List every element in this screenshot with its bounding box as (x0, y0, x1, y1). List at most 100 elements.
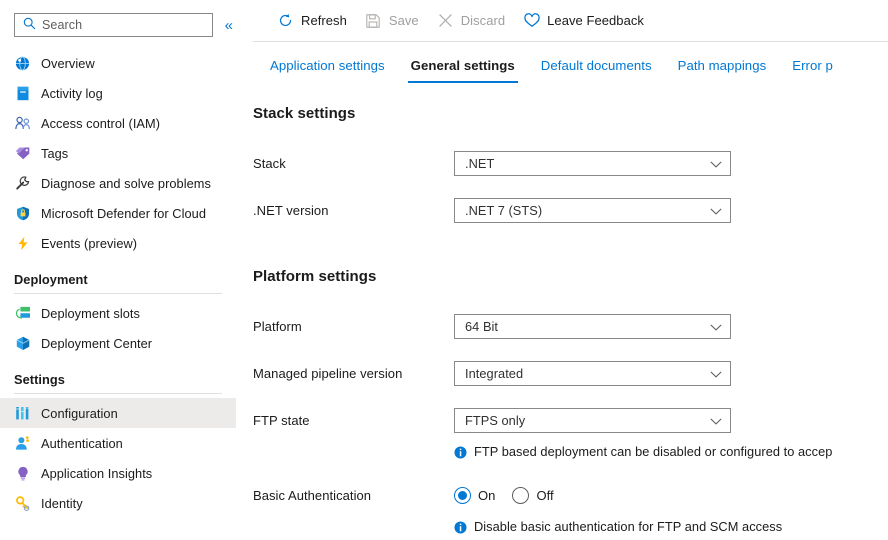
sidebar-item-label: Configuration (41, 406, 118, 421)
platform-dropdown[interactable]: 64 Bit (454, 314, 731, 339)
wrench-icon (14, 175, 31, 192)
sidebar-item-label: Deployment Center (41, 336, 152, 351)
tab-error-pages[interactable]: Error p (779, 42, 846, 88)
sidebar-item-activity-log[interactable]: Activity log (0, 78, 236, 108)
azure-portal-configuration-page: Search « Overview (0, 0, 888, 540)
tag-icon (14, 145, 31, 162)
leave-feedback-label: Leave Feedback (547, 13, 644, 28)
search-input[interactable]: Search (14, 13, 213, 37)
field-basic-authentication: Basic Authentication On Off (253, 481, 888, 509)
field-label: FTP state (253, 413, 454, 428)
save-label: Save (389, 13, 419, 28)
sidebar-item-label: Authentication (41, 436, 123, 451)
radio-label: Off (536, 488, 553, 503)
ftp-info-text: FTP based deployment can be disabled or … (474, 444, 832, 459)
sidebar-item-defender[interactable]: Microsoft Defender for Cloud (0, 198, 236, 228)
dotnet-version-dropdown[interactable]: .NET 7 (STS) (454, 198, 731, 223)
lightbulb-icon (14, 465, 31, 482)
tab-application-settings[interactable]: Application settings (257, 42, 398, 88)
sidebar: Search « Overview (0, 0, 236, 540)
sidebar-nav: Overview Activity log (0, 40, 236, 518)
refresh-label: Refresh (301, 13, 347, 28)
ftp-info-row: FTP based deployment can be disabled or … (253, 444, 888, 459)
sidebar-item-configuration[interactable]: Configuration (0, 398, 236, 428)
discard-button[interactable]: Discard (428, 7, 514, 35)
globe-icon (14, 55, 31, 72)
tab-label: Error p (792, 58, 833, 73)
managed-pipeline-version-dropdown[interactable]: Integrated (454, 361, 731, 386)
book-icon (14, 85, 31, 102)
basic-auth-info-row: Disable basic authentication for FTP and… (253, 519, 888, 534)
collapse-sidebar-icon[interactable]: « (222, 16, 236, 35)
basic-auth-radio-group: On Off (454, 487, 571, 504)
refresh-button[interactable]: Refresh (268, 7, 356, 35)
field-stack: Stack .NET (253, 151, 888, 175)
sidebar-item-identity[interactable]: Identity (0, 488, 236, 518)
sidebar-item-tags[interactable]: Tags (0, 138, 236, 168)
save-icon (365, 12, 382, 29)
field-label: Platform (253, 319, 454, 334)
leave-feedback-button[interactable]: Leave Feedback (514, 7, 653, 35)
tab-label: General settings (411, 58, 515, 73)
chevron-down-icon (710, 413, 722, 428)
info-icon (454, 521, 467, 534)
key-icon (14, 495, 31, 512)
tab-path-mappings[interactable]: Path mappings (665, 42, 780, 88)
sidebar-item-deployment-slots[interactable]: Deployment slots (0, 298, 236, 328)
field-dotnet-version: .NET version .NET 7 (STS) (253, 198, 888, 222)
slots-icon (14, 305, 31, 322)
sidebar-item-diagnose[interactable]: Diagnose and solve problems (0, 168, 236, 198)
sidebar-item-access-control[interactable]: Access control (IAM) (0, 108, 236, 138)
cube-icon (14, 335, 31, 352)
dropdown-value: 64 Bit (465, 319, 498, 334)
lightning-icon (14, 235, 31, 252)
refresh-icon (277, 12, 294, 29)
tab-label: Path mappings (678, 58, 767, 73)
field-label: .NET version (253, 203, 454, 218)
people-icon (14, 115, 31, 132)
chevron-down-icon (710, 156, 722, 171)
general-settings-panel: Stack settings Stack .NET .NET version .… (253, 88, 888, 534)
sidebar-item-overview[interactable]: Overview (0, 48, 236, 78)
dropdown-value: .NET (465, 156, 494, 171)
radio-indicator (454, 487, 471, 504)
user-key-icon (14, 435, 31, 452)
sidebar-item-deployment-center[interactable]: Deployment Center (0, 328, 236, 358)
platform-settings-title: Platform settings (253, 268, 888, 285)
stack-dropdown[interactable]: .NET (454, 151, 731, 176)
field-label: Stack (253, 156, 454, 171)
tab-default-documents[interactable]: Default documents (528, 42, 665, 88)
sidebar-item-label: Diagnose and solve problems (41, 176, 211, 191)
heart-icon (523, 12, 540, 29)
ftp-state-dropdown[interactable]: FTPS only (454, 408, 731, 433)
dropdown-value: Integrated (465, 366, 523, 381)
main-content: Refresh Save (236, 0, 888, 540)
tab-general-settings[interactable]: General settings (398, 42, 528, 88)
tab-label: Application settings (270, 58, 385, 73)
discard-label: Discard (461, 13, 505, 28)
chevron-down-icon (710, 366, 722, 381)
basic-auth-on-radio[interactable]: On (454, 487, 495, 504)
sidebar-item-label: Tags (41, 146, 68, 161)
field-managed-pipeline-version: Managed pipeline version Integrated (253, 361, 888, 385)
sidebar-item-label: Microsoft Defender for Cloud (41, 206, 206, 221)
field-platform: Platform 64 Bit (253, 314, 888, 338)
sidebar-item-authentication[interactable]: Authentication (0, 428, 236, 458)
dropdown-value: FTPS only (465, 413, 525, 428)
field-label: Basic Authentication (253, 488, 454, 503)
radio-indicator (512, 487, 529, 504)
basic-auth-off-radio[interactable]: Off (512, 487, 553, 504)
search-icon (23, 17, 36, 33)
save-button[interactable]: Save (356, 7, 428, 35)
sidebar-search-row: Search « (0, 0, 236, 40)
sidebar-item-label: Activity log (41, 86, 103, 101)
sidebar-item-application-insights[interactable]: Application Insights (0, 458, 236, 488)
search-placeholder: Search (42, 18, 82, 32)
sidebar-item-label: Events (preview) (41, 236, 137, 251)
sliders-icon (14, 405, 31, 422)
sidebar-group-settings: Settings (0, 358, 236, 394)
command-toolbar: Refresh Save (253, 0, 888, 41)
tab-label: Default documents (541, 58, 652, 73)
sidebar-item-label: Access control (IAM) (41, 116, 160, 131)
sidebar-item-events[interactable]: Events (preview) (0, 228, 236, 258)
